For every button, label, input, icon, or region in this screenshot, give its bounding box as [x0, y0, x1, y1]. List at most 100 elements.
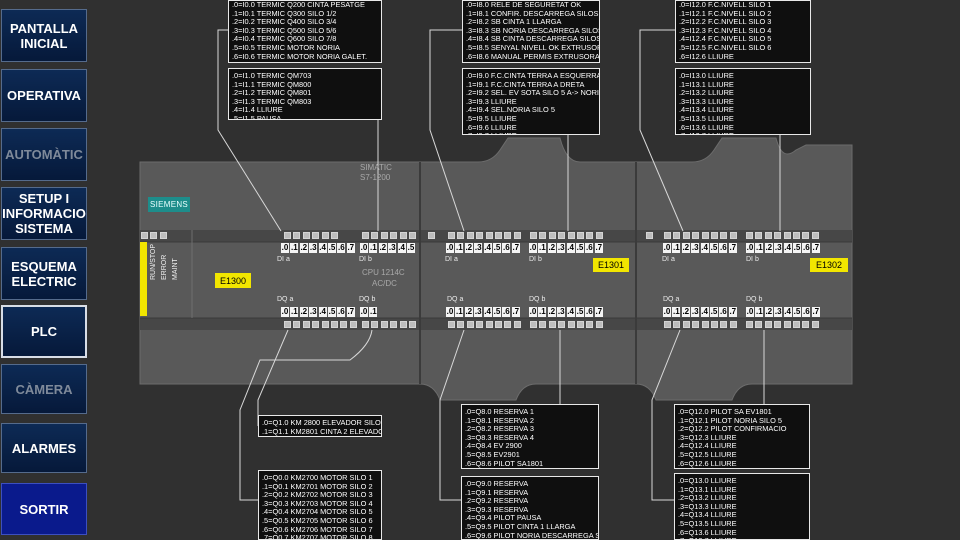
cpu-dq-b-led-5	[409, 321, 416, 328]
cpu-di-b-led-3	[390, 232, 398, 239]
sm2-di-b-led-1	[755, 232, 763, 239]
cpu-top-led-2	[159, 232, 167, 239]
cpu-dq-a-bit-0: .0	[281, 307, 289, 317]
sm1-di-a-led-1	[457, 232, 465, 239]
sm1-di-b-led-5	[577, 232, 584, 239]
cpu-di-b-led-0	[362, 232, 369, 239]
sm1-dq-b-led-1	[539, 321, 547, 328]
sm1-dq-a-bit-1: .1	[455, 307, 464, 317]
io-caption-10: DQ a	[663, 296, 680, 303]
sm2-di-b-led-0	[746, 232, 753, 239]
cpu-dq-b-led-4	[399, 321, 407, 328]
sm1-di-a-led-2	[466, 232, 474, 239]
sm2-di-a-led-4	[701, 232, 709, 239]
sm1-dq-a-led-6	[504, 321, 512, 328]
module-tag-e1300: E1300	[215, 273, 251, 288]
sm2-dq-a-bit-6: .6	[719, 307, 728, 317]
sm1-dq-a-bit-4: .4	[483, 307, 492, 317]
cpu-di-a-led-5	[331, 232, 338, 239]
cpu-dq-a-bit-1: .1	[290, 307, 299, 317]
sm1-di-a-bit-7: .7	[511, 243, 520, 253]
sm1-dq-b-bit-3: .3	[557, 307, 566, 317]
io-caption-5: DI b	[529, 256, 542, 263]
sm2-dq-b-bit-5: .5	[793, 307, 801, 317]
sm2-dq-b-bit-0: .0	[746, 307, 754, 317]
cpu-di-b-led-1	[371, 232, 379, 239]
status-labels: RUN/STOP ERROR MAINT	[150, 244, 190, 284]
cpu-dq-a-led-7	[349, 321, 357, 328]
sm2-dq-b-bit-4: .4	[783, 307, 792, 317]
cpu-di-a-led-2	[302, 232, 310, 239]
sm1-di-a-led-5	[495, 232, 502, 239]
sm1-dq-b-bit-5: .5	[576, 307, 584, 317]
sm2-dq-b-led-0	[746, 321, 753, 328]
sm1-dq-a-bit-6: .6	[502, 307, 511, 317]
siemens-logo: SIEMENS	[148, 197, 190, 212]
label-line: .7=I8.7 AUTO.PERMIS EXTRUSORA	[466, 61, 596, 62]
label-line: .7=Q8.7 MOTOR CINTA CAPA GALETERA	[465, 468, 598, 469]
sm1-dq-b-bit-4: .4	[566, 307, 575, 317]
sm2-dq-a-led-5	[711, 321, 718, 328]
io-caption-0: DI a	[277, 256, 290, 263]
sm1-dq-a-bit-5: .5	[493, 307, 501, 317]
sm2-dq-b-led-2	[764, 321, 772, 328]
sm2-dq-a-bit-0: .0	[663, 307, 671, 317]
cpu-dq-a-led-3	[312, 321, 320, 328]
sm2-dq-b-bit-1: .1	[755, 307, 764, 317]
sm2-dq-a-bit-1: .1	[672, 307, 681, 317]
sm2-dq-a-led-1	[673, 321, 681, 328]
io-caption-8: DI a	[662, 256, 675, 263]
cpu-dq-a-bit-2: .2	[299, 307, 308, 317]
cpu-dq-a-bit-4: .4	[318, 307, 327, 317]
sm2-dq-b-bit-3: .3	[774, 307, 783, 317]
sm2-di-a-bit-4: .4	[700, 243, 709, 253]
module-tag-e1301: E1301	[593, 258, 629, 272]
cpu-dq-a-led-6	[340, 321, 348, 328]
sm2-dq-a-led-3	[692, 321, 700, 328]
label-line: .5=I1.5 PAUSA	[232, 113, 282, 120]
model-line2: S7-1200	[360, 173, 391, 182]
label-box-q12: .0=Q12.0 PILOT SA EV1801.1=Q12.1 PILOT N…	[674, 404, 810, 469]
sm1-di-b-led-1	[539, 232, 547, 239]
sm1-di-b-led-4	[567, 232, 575, 239]
sm2-dq-b-bit-6: .6	[802, 307, 811, 317]
cpu-dq-a-bit-5: .5	[328, 307, 336, 317]
sm1-dq-a-led-5	[495, 321, 502, 328]
label-box-i1: .0=I1.0 TERMIC QM703.1=I1.1 TERMIC QM800…	[228, 68, 382, 120]
label-line: .7=Q12.7 LLIURE	[678, 468, 737, 469]
sm2-di-b-led-5	[793, 232, 800, 239]
sm2-di-b-bit-3: .3	[774, 243, 783, 253]
sm1-dq-b-led-2	[548, 321, 556, 328]
cpu-di-a-bit-5: .5	[328, 243, 336, 253]
sm2-di-a-led-0	[664, 232, 671, 239]
cpu-di-b-led-5	[409, 232, 416, 239]
label-box-q0: .0=Q0.0 KM2700 MOTOR SILO 1.1=Q0.1 KM270…	[258, 470, 382, 540]
cpu-dq-a-led-0	[284, 321, 291, 328]
sm1-di-b-led-3	[558, 232, 566, 239]
io-caption-9: DI b	[746, 256, 759, 263]
label-line: .7=I9.7 LLIURE	[466, 132, 596, 134]
sm1-di-a-bit-1: .1	[455, 243, 464, 253]
label-line: .7=I13.7 LLIURE	[679, 132, 807, 134]
sm1-di-b-bit-6: .6	[585, 243, 594, 253]
io-caption-2: DQ a	[277, 296, 294, 303]
label-line: .7=Q0.7 KM2707 MOTOR SILO 8	[262, 533, 373, 540]
io-caption-1: DI b	[359, 256, 372, 263]
cpu-di-b-led-2	[380, 232, 388, 239]
sm2-di-b-bit-7: .7	[811, 243, 820, 253]
status-run-stop: RUN/STOP	[150, 243, 157, 280]
sm1-dq-a-led-0	[448, 321, 455, 328]
label-line: .7=I0.7 TERMIC CINTA CAP A GALETERA	[232, 61, 378, 62]
sm1-di-a-bit-0: .0	[446, 243, 454, 253]
cpu-dq-a-bit-6: .6	[337, 307, 346, 317]
sm1-di-b-bit-0: .0	[529, 243, 537, 253]
cpu-di-a-bit-4: .4	[318, 243, 327, 253]
sm2-di-a-led-7	[729, 232, 737, 239]
sm1-top-led-0	[428, 232, 435, 239]
sm2-di-a-bit-3: .3	[691, 243, 700, 253]
sm1-dq-a-led-2	[466, 321, 474, 328]
model-line1: SIMATIC	[360, 163, 392, 172]
sm1-di-a-bit-5: .5	[493, 243, 501, 253]
sm2-di-b-bit-0: .0	[746, 243, 754, 253]
cpu-di-a-bit-1: .1	[290, 243, 299, 253]
